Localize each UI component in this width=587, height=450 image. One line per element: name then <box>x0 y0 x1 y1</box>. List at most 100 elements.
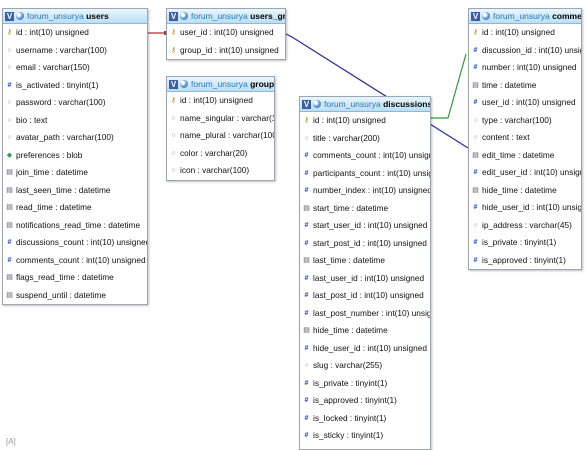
column-row[interactable]: ⚷ id : int(10) unsigned <box>3 24 147 42</box>
column-row[interactable]: ▤ last_time : datetime <box>300 252 430 270</box>
column-row[interactable]: # hide_user_id : int(10) unsigned <box>469 199 581 217</box>
column-row[interactable]: # last_post_number : int(10) unsigned <box>300 305 430 323</box>
column-row[interactable]: ▤ hide_time : datetime <box>300 322 430 340</box>
column-list: ⚷ id : int(10) unsigned # discussion_id : i… <box>469 24 581 269</box>
text-column-icon: ○ <box>7 99 12 106</box>
column-row[interactable]: # hide_user_id : int(10) unsigned <box>300 340 430 358</box>
table-discussions[interactable]: V forum_unsurya discussions ⚷ id : int(10… <box>299 96 431 450</box>
column-row[interactable]: # is_approved : tinyint(1) <box>469 252 581 270</box>
text-column-icon: ○ <box>473 221 478 229</box>
column-row[interactable]: ▤ notifications_read_time : datetime <box>3 217 147 235</box>
column-row[interactable]: # is_activated : tinyint(1) <box>3 77 147 95</box>
column-row[interactable]: # last_user_id : int(10) unsigned <box>300 270 430 288</box>
table-name-text: groups <box>250 79 274 89</box>
column-row[interactable]: # start_user_id : int(10) unsigned <box>300 217 430 235</box>
column-row[interactable]: ▤ time : datetime <box>469 77 581 95</box>
column-row[interactable]: # is_locked : tinyint(1) <box>300 410 430 428</box>
collapse-toggle-icon[interactable]: V <box>169 79 178 89</box>
table-header[interactable]: V forum_unsurya groups <box>167 77 274 92</box>
numeric-column-icon: # <box>304 344 309 352</box>
column-row[interactable]: # is_private : tinyint(1) <box>300 375 430 393</box>
table-icon <box>16 12 24 20</box>
datetime-column-icon: ▤ <box>6 204 13 211</box>
column-row[interactable]: ○ icon : varchar(100) <box>167 162 274 180</box>
column-row[interactable]: ○ password : varchar(100) <box>3 94 147 112</box>
text-column-icon: ○ <box>7 134 12 141</box>
column-row[interactable]: # comments_count : int(10) unsigned <box>300 147 430 165</box>
table-name-text: users_groups <box>250 11 285 21</box>
text-column-icon: ○ <box>473 116 478 124</box>
column-definition: preferences : blob <box>16 149 83 160</box>
column-row[interactable]: ▤ suspend_until : datetime <box>3 287 147 305</box>
column-row[interactable]: ○ name_plural : varchar(100) <box>167 127 274 145</box>
column-row[interactable]: # number_index : int(10) unsigned <box>300 182 430 200</box>
column-row[interactable]: ⚷ id : int(10) unsigned <box>469 24 581 42</box>
column-definition: participants_count : int(10) unsigned <box>313 167 430 178</box>
column-row[interactable]: ▤ flags_read_time : datetime <box>3 269 147 287</box>
column-row[interactable]: ○ content : text <box>469 129 581 147</box>
column-row[interactable]: ○ avatar_path : varchar(100) <box>3 129 147 147</box>
datetime-column-icon: ▤ <box>6 221 13 229</box>
column-row[interactable]: ▤ last_seen_time : datetime <box>3 182 147 200</box>
column-row[interactable]: # number : int(10) unsigned <box>469 59 581 77</box>
text-column-icon: ○ <box>304 134 309 142</box>
column-row[interactable]: ○ name_singular : varchar(100) <box>167 110 274 128</box>
table-comment[interactable]: V forum_unsurya comment ⚷id : int(10) un… <box>468 8 582 270</box>
column-definition: bio : text <box>16 114 48 125</box>
column-row[interactable]: ○ ip_address : varchar(45) <box>469 217 581 235</box>
column-row[interactable]: ▤ join_time : datetime <box>3 164 147 182</box>
column-row[interactable]: ▤ edit_time : datetime <box>469 147 581 165</box>
column-row[interactable]: ⚷ id : int(10) unsigned <box>300 112 430 130</box>
collapse-toggle-icon[interactable]: V <box>302 99 311 109</box>
column-row[interactable]: # discussions_count : int(10) unsigned <box>3 234 147 252</box>
numeric-column-icon: # <box>473 46 478 54</box>
table-header[interactable]: V forum_unsurya users_groups <box>167 9 285 24</box>
table-users-groups[interactable]: V forum_unsurya users_groups ⚷user_id : … <box>166 8 286 60</box>
column-definition: discussions_count : int(10) unsigned <box>16 237 147 247</box>
table-header[interactable]: V forum_unsurya comment <box>469 9 581 24</box>
column-row[interactable]: ○ color : varchar(20) <box>167 145 274 163</box>
column-definition: user_id : int(10) unsigned <box>180 27 274 37</box>
primary-key-icon: ⚷ <box>170 46 177 54</box>
table-header[interactable]: V forum_unsurya users <box>3 9 147 24</box>
column-row[interactable]: ⚷ group_id : int(10) unsigned <box>167 42 285 60</box>
column-row[interactable]: ◆ preferences : blob <box>3 147 147 165</box>
column-row[interactable]: # last_post_id : int(10) unsigned <box>300 287 430 305</box>
column-definition: user_id : int(10) unsigned <box>482 97 576 107</box>
column-definition: read_time : datetime <box>16 202 92 212</box>
column-row[interactable]: ▤ read_time : datetime <box>3 199 147 217</box>
column-row[interactable]: # start_post_id : int(10) unsigned <box>300 235 430 253</box>
column-definition: is_private : tinyint(1) <box>482 237 557 247</box>
column-row[interactable]: # is_private : tinyint(1) <box>469 234 581 252</box>
column-row[interactable]: ○ title : varchar(200) <box>300 130 430 148</box>
column-row[interactable]: ○ username : varchar(100) <box>3 42 147 60</box>
collapse-toggle-icon[interactable]: V <box>5 11 14 21</box>
column-row[interactable]: # discussion_id : int(10) unsigned <box>469 42 581 60</box>
column-row[interactable]: # comments_count : int(10) unsigned <box>3 252 147 270</box>
numeric-column-icon: # <box>473 169 478 176</box>
table-users[interactable]: V forum_unsurya users ⚷ id : int(10) unsi… <box>2 8 148 305</box>
collapse-toggle-icon[interactable]: V <box>169 11 178 21</box>
column-row[interactable]: # participants_count : int(10) unsigned <box>300 165 430 183</box>
column-definition: hide_time : datetime <box>313 325 388 335</box>
column-row[interactable]: ○ slug : varchar(255) <box>300 357 430 375</box>
column-row[interactable]: # user_id : int(10) unsigned <box>469 94 581 112</box>
column-row[interactable]: ▤ hide_time : datetime <box>469 182 581 200</box>
column-row[interactable]: ⚷ user_id : int(10) unsigned <box>167 24 285 42</box>
table-groups[interactable]: V forum_unsurya groups ⚷id : int(10) uns… <box>166 76 275 181</box>
column-definition: color : varchar(20) <box>180 147 248 158</box>
column-definition: comments_count : int(10) unsigned <box>313 150 430 160</box>
collapse-toggle-icon[interactable]: V <box>471 11 480 21</box>
column-row[interactable]: # edit_user_id : int(10) unsigned <box>469 164 581 182</box>
column-row[interactable]: ⚷ id : int(10) unsigned <box>167 92 274 110</box>
column-row[interactable]: # is_sticky : tinyint(1) <box>300 427 430 445</box>
column-row[interactable]: ○ email : varchar(150) <box>3 59 147 77</box>
column-definition: flags_read_time : datetime <box>16 272 114 282</box>
column-row[interactable]: ○ type : varchar(100) <box>469 112 581 130</box>
column-row[interactable]: ▤ start_time : datetime <box>300 200 430 218</box>
column-row[interactable]: ○ bio : text <box>3 112 147 130</box>
table-header[interactable]: V forum_unsurya discussions <box>300 97 430 112</box>
column-row[interactable]: # is_approved : tinyint(1) <box>300 392 430 410</box>
column-definition: join_time : datetime <box>16 167 88 177</box>
numeric-column-icon: # <box>304 432 309 439</box>
